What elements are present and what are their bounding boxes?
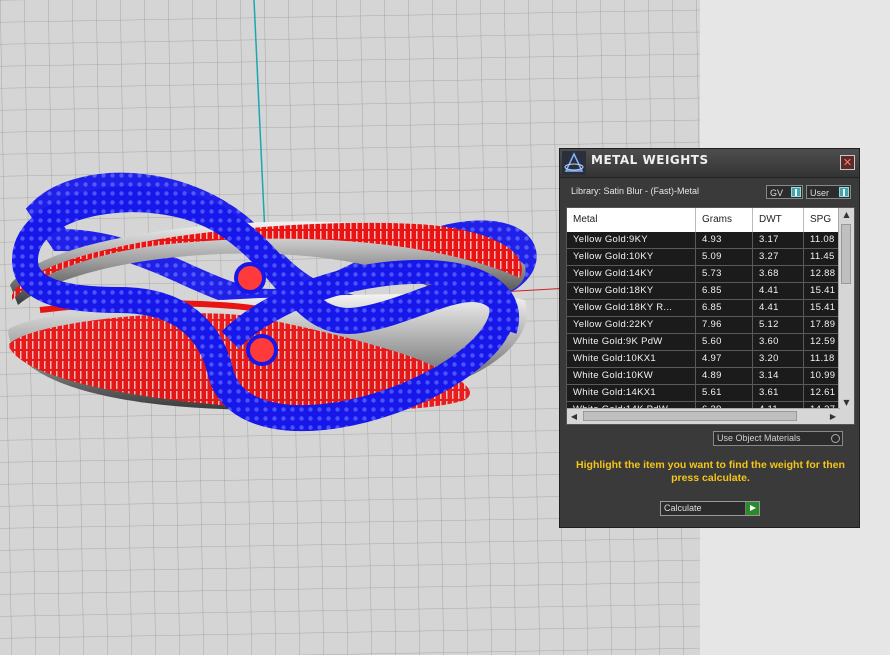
- grams-cell: 5.61: [696, 385, 753, 401]
- toggle-knob-icon: [791, 187, 801, 197]
- gv-toggle-label: GV: [770, 188, 784, 198]
- use-object-materials-label: Use Object Materials: [717, 433, 801, 443]
- table-row[interactable]: White Gold:14KX1 5.61 3.61 12.61: [567, 385, 840, 402]
- table-row[interactable]: Yellow Gold:22KY 7.96 5.12 17.89: [567, 317, 840, 334]
- instruction-text: Highlight the item you want to find the …: [576, 459, 845, 484]
- spg-cell: 12.88: [804, 266, 840, 282]
- column-header-metal[interactable]: Metal: [567, 208, 696, 232]
- grams-cell: 6.85: [696, 283, 753, 299]
- close-icon[interactable]: ✕: [840, 155, 855, 170]
- user-toggle[interactable]: User: [806, 185, 851, 199]
- dwt-cell: 3.27: [753, 249, 804, 265]
- column-header-grams[interactable]: Grams: [696, 208, 753, 232]
- grams-cell: 4.89: [696, 368, 753, 384]
- horizontal-scroll-thumb[interactable]: [583, 411, 797, 421]
- spg-cell: 15.41: [804, 283, 840, 299]
- calculate-label: Calculate: [664, 503, 702, 513]
- metal-weights-panel: METAL WEIGHTS ✕ Library: Satin Blur - (F…: [559, 148, 860, 528]
- table-row[interactable]: Yellow Gold:18KY R... 6.85 4.41 15.41: [567, 300, 840, 317]
- vertical-scrollbar[interactable]: ▲ ▼: [838, 208, 854, 410]
- column-header-spg[interactable]: SPG: [804, 208, 840, 232]
- table-row[interactable]: White Gold:9K PdW 5.60 3.60 12.59: [567, 334, 840, 351]
- library-label: Library: Satin Blur - (Fast)-Metal: [571, 186, 700, 196]
- play-arrow-icon[interactable]: [745, 502, 759, 515]
- metal-cell: Yellow Gold:14KY: [567, 266, 696, 282]
- metal-cell: Yellow Gold:10KY: [567, 249, 696, 265]
- spg-cell: 11.45: [804, 249, 840, 265]
- scroll-left-icon[interactable]: ◀: [567, 409, 581, 424]
- table-row[interactable]: White Gold:10KW 4.89 3.14 10.99: [567, 368, 840, 385]
- dwt-cell: 3.60: [753, 334, 804, 350]
- metal-cell: Yellow Gold:18KY R...: [567, 300, 696, 316]
- panel-titlebar[interactable]: METAL WEIGHTS ✕: [560, 149, 859, 178]
- grams-cell: 7.96: [696, 317, 753, 333]
- spg-cell: 11.08: [804, 232, 840, 248]
- grams-cell: 4.97: [696, 351, 753, 367]
- gem-bottom: [246, 334, 278, 366]
- scroll-up-icon[interactable]: ▲: [839, 208, 854, 222]
- grams-cell: 6.85: [696, 300, 753, 316]
- metal-cell: Yellow Gold:22KY: [567, 317, 696, 333]
- table-row[interactable]: Yellow Gold:10KY 5.09 3.27 11.45: [567, 249, 840, 266]
- dwt-cell: 3.68: [753, 266, 804, 282]
- horizontal-scrollbar[interactable]: ◀ ▶: [567, 408, 840, 424]
- grams-cell: 4.93: [696, 232, 753, 248]
- metal-cell: Yellow Gold:18KY: [567, 283, 696, 299]
- metal-table: Metal Grams DWT SPG Yellow Gold:9KY 4.93 3…: [566, 207, 855, 425]
- dwt-cell: 3.14: [753, 368, 804, 384]
- table-body: Yellow Gold:9KY 4.93 3.17 11.08 Yellow Gold…: [567, 232, 840, 419]
- metal-cell: White Gold:14KX1: [567, 385, 696, 401]
- metal-cell: White Gold:10KX1: [567, 351, 696, 367]
- table-row[interactable]: Yellow Gold:9KY 4.93 3.17 11.08: [567, 232, 840, 249]
- grams-cell: 5.73: [696, 266, 753, 282]
- table-header: Metal Grams DWT SPG: [567, 208, 840, 232]
- dwt-cell: 5.12: [753, 317, 804, 333]
- spg-cell: 12.61: [804, 385, 840, 401]
- spg-cell: 10.99: [804, 368, 840, 384]
- table-row[interactable]: Yellow Gold:14KY 5.73 3.68 12.88: [567, 266, 840, 283]
- user-toggle-label: User: [810, 188, 830, 198]
- dwt-cell: 3.61: [753, 385, 804, 401]
- metal-cell: White Gold:10KW: [567, 368, 696, 384]
- app-logo-icon: [562, 151, 586, 175]
- grams-cell: 5.09: [696, 249, 753, 265]
- scroll-down-icon[interactable]: ▼: [839, 396, 854, 410]
- gem-top: [234, 262, 266, 294]
- scroll-right-icon[interactable]: ▶: [826, 409, 840, 424]
- metal-cell: White Gold:9K PdW: [567, 334, 696, 350]
- metal-cell: Yellow Gold:9KY: [567, 232, 696, 248]
- dwt-cell: 3.17: [753, 232, 804, 248]
- spg-cell: 11.18: [804, 351, 840, 367]
- use-object-materials-option[interactable]: Use Object Materials: [713, 431, 843, 446]
- table-row[interactable]: Yellow Gold:18KY 6.85 4.41 15.41: [567, 283, 840, 300]
- spg-cell: 15.41: [804, 300, 840, 316]
- panel-title: METAL WEIGHTS: [591, 153, 709, 167]
- table-row[interactable]: White Gold:10KX1 4.97 3.20 11.18: [567, 351, 840, 368]
- dwt-cell: 4.41: [753, 283, 804, 299]
- grams-cell: 5.60: [696, 334, 753, 350]
- dwt-cell: 4.41: [753, 300, 804, 316]
- gv-toggle[interactable]: GV: [766, 185, 803, 199]
- column-header-dwt[interactable]: DWT: [753, 208, 804, 232]
- spg-cell: 17.89: [804, 317, 840, 333]
- spg-cell: 12.59: [804, 334, 840, 350]
- calculate-button[interactable]: Calculate: [660, 501, 760, 516]
- toggle-knob-icon: [839, 187, 849, 197]
- radio-icon[interactable]: [831, 434, 840, 443]
- dwt-cell: 3.20: [753, 351, 804, 367]
- vertical-scroll-thumb[interactable]: [841, 224, 851, 284]
- scroll-corner: [839, 409, 854, 424]
